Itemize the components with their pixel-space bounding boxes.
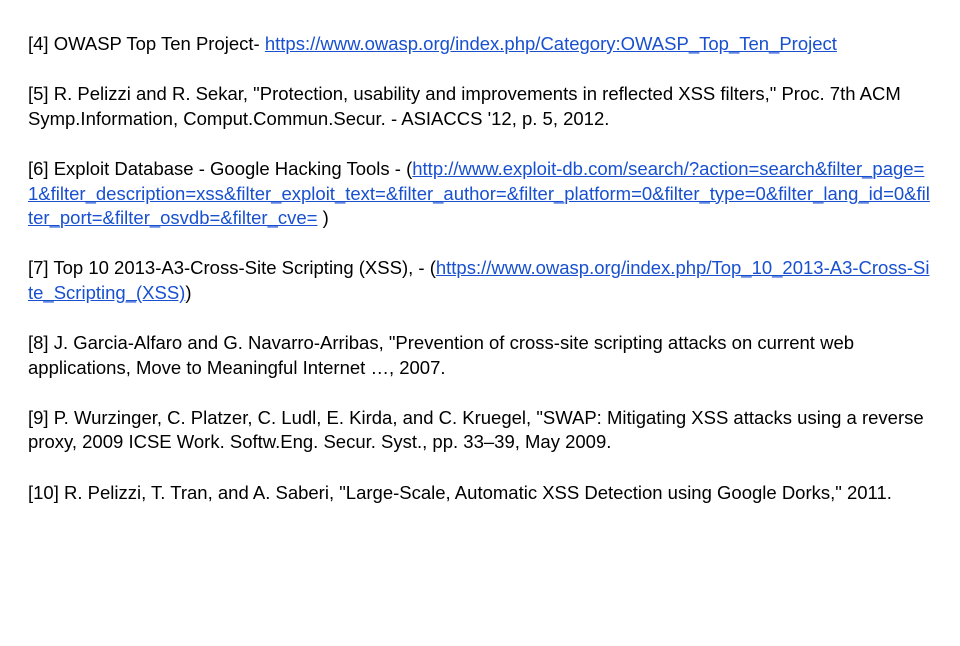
ref4-text: [4] OWASP Top Ten Project- [28, 33, 265, 54]
ref9-text: [9] P. Wurzinger, C. Platzer, C. Ludl, E… [28, 407, 924, 452]
ref7-pre: [7] Top 10 2013-A3-Cross-Site Scripting … [28, 257, 436, 278]
ref6-post: ) [323, 207, 329, 228]
reference-7: [7] Top 10 2013-A3-Cross-Site Scripting … [28, 256, 932, 305]
ref10-text: [10] R. Pelizzi, T. Tran, and A. Saberi,… [28, 482, 892, 503]
ref6-pre: [6] Exploit Database - Google Hacking To… [28, 158, 412, 179]
reference-8: [8] J. Garcia-Alfaro and G. Navarro-Arri… [28, 331, 932, 380]
reference-10: [10] R. Pelizzi, T. Tran, and A. Saberi,… [28, 481, 932, 505]
ref8-text: [8] J. Garcia-Alfaro and G. Navarro-Arri… [28, 332, 854, 377]
reference-4: [4] OWASP Top Ten Project- https://www.o… [28, 32, 932, 56]
ref7-post: ) [185, 282, 191, 303]
reference-6: [6] Exploit Database - Google Hacking To… [28, 157, 932, 230]
reference-5: [5] R. Pelizzi and R. Sekar, "Protection… [28, 82, 932, 131]
reference-9: [9] P. Wurzinger, C. Platzer, C. Ludl, E… [28, 406, 932, 455]
ref4-link[interactable]: https://www.owasp.org/index.php/Category… [265, 33, 837, 54]
ref5-text: [5] R. Pelizzi and R. Sekar, "Protection… [28, 83, 901, 128]
